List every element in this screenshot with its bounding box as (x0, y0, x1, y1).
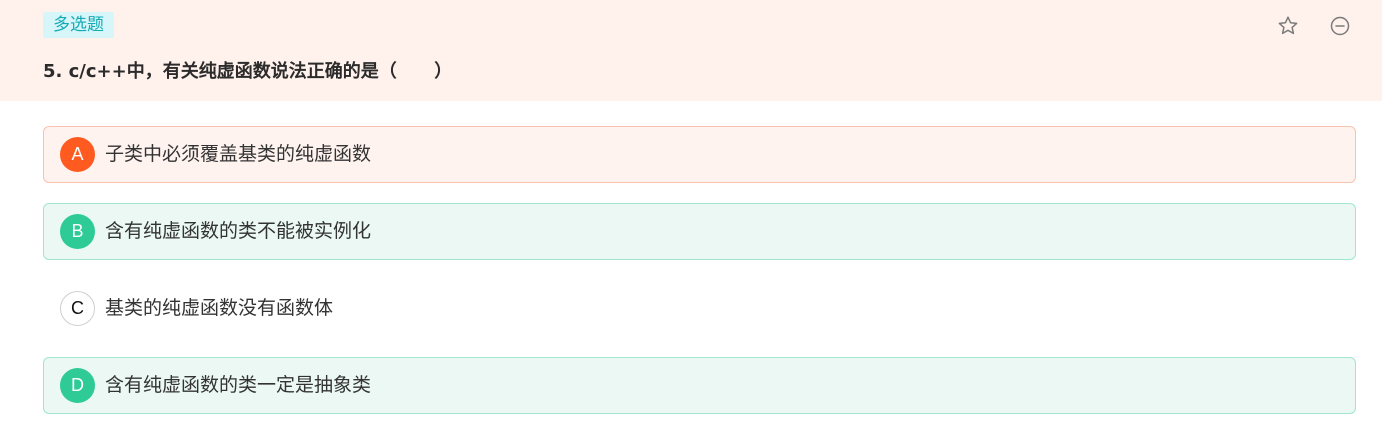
option-a[interactable]: A 子类中必须覆盖基类的纯虚函数 (43, 126, 1356, 183)
question-type-tag: 多选题 (43, 12, 114, 38)
option-letter-badge: C (60, 291, 95, 326)
question-header: 多选题 5. c/c++中，有关纯虚函数说法正确的是（ ） (0, 0, 1382, 101)
option-letter-badge: A (60, 137, 95, 172)
option-c[interactable]: C 基类的纯虚函数没有函数体 (43, 280, 1356, 337)
star-icon[interactable] (1276, 14, 1300, 38)
option-d[interactable]: D 含有纯虚函数的类一定是抽象类 (43, 357, 1356, 414)
question-title: 5. c/c++中，有关纯虚函数说法正确的是（ ） (43, 61, 453, 82)
option-b[interactable]: B 含有纯虚函数的类不能被实例化 (43, 203, 1356, 260)
option-letter-badge: B (60, 214, 95, 249)
option-text: 子类中必须覆盖基类的纯虚函数 (105, 143, 372, 165)
option-text: 基类的纯虚函数没有函数体 (105, 297, 334, 319)
option-text: 含有纯虚函数的类一定是抽象类 (105, 374, 372, 396)
option-text: 含有纯虚函数的类不能被实例化 (105, 220, 372, 242)
option-letter-badge: D (60, 368, 95, 403)
minus-circle-icon[interactable] (1328, 14, 1352, 38)
